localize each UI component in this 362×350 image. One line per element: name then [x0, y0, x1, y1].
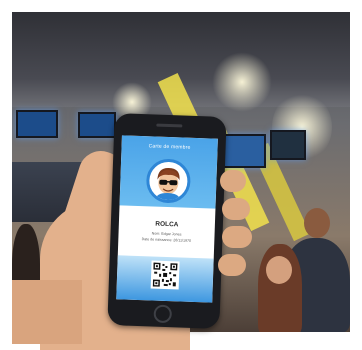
- home-button[interactable]: [153, 304, 173, 324]
- tv-screen-center: [78, 112, 116, 138]
- ceiling-light: [212, 52, 272, 112]
- smartphone: Carte de membre ROLCA Nom: Edgar Jones D…: [107, 113, 227, 329]
- tv-screen-left: [16, 110, 58, 138]
- member-birth-line: Date de naissance: 26/11/1970: [141, 237, 192, 243]
- hand-finger: [218, 254, 246, 276]
- qr-code-icon: [150, 260, 180, 290]
- person-woman-face: [266, 256, 292, 284]
- phone-speaker: [156, 123, 183, 128]
- qr-code-graphic: [152, 262, 178, 287]
- cartoon-avatar-icon: [154, 168, 181, 201]
- member-name: ROLCA: [155, 220, 179, 229]
- hand-finger: [220, 170, 246, 192]
- phone-screen: Carte de membre ROLCA Nom: Edgar Jones D…: [116, 135, 218, 303]
- hand-finger: [222, 226, 252, 248]
- tv-screen-right: [270, 130, 306, 160]
- hand-finger: [222, 198, 250, 220]
- person-right-head: [304, 208, 330, 238]
- tv-screen-right: [222, 134, 266, 168]
- hand-wrist: [12, 280, 82, 344]
